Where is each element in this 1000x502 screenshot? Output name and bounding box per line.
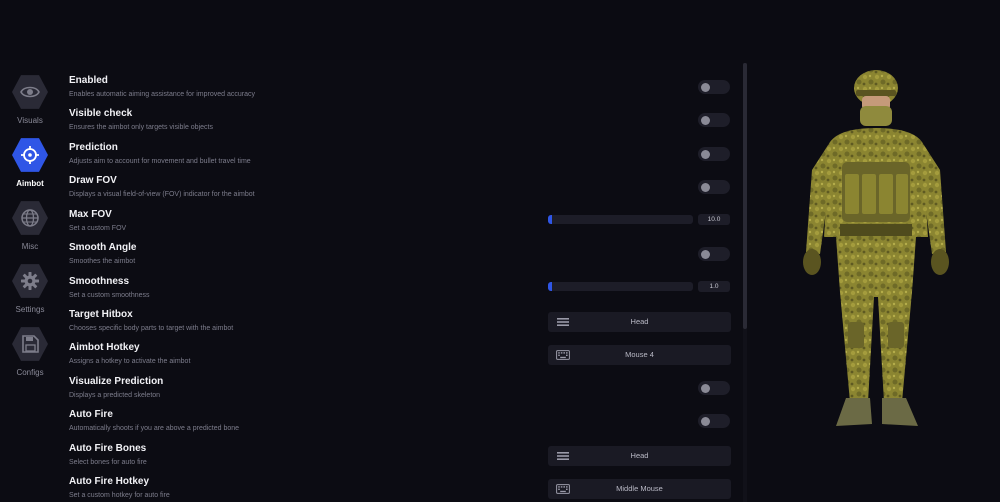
draw-fov-toggle[interactable]: [698, 180, 730, 194]
toggle-knob: [701, 116, 710, 125]
smooth-angle-toggle[interactable]: [698, 247, 730, 261]
setting-row-auto-fire-bones: Auto Fire Bones Select bones for auto fir…: [60, 435, 740, 469]
toggle-knob: [701, 183, 710, 192]
setting-row-prediction: Prediction Adjusts aim to account for mov…: [60, 134, 740, 168]
setting-row-auto-fire: Auto Fire Automatically shoots if you are…: [60, 401, 740, 435]
setting-description: Set a custom hotkey for auto fire: [69, 492, 170, 499]
enabled-toggle[interactable]: [698, 80, 730, 94]
max-fov-value[interactable]: 10.0: [698, 214, 730, 225]
slider-fill: [548, 215, 552, 224]
sidebar-item-settings[interactable]: Settings: [0, 263, 60, 323]
setting-title: Target Hitbox: [69, 309, 133, 320]
max-fov-slider[interactable]: [548, 215, 693, 224]
setting-row-enabled: Enabled Enables automatic aiming assistan…: [60, 67, 740, 101]
setting-row-max-fov: Max FOV Set a custom FOV 10.0: [60, 201, 740, 235]
gear-icon: [21, 272, 39, 290]
setting-description: Enables automatic aiming assistance for …: [69, 91, 255, 98]
globe-icon: [21, 209, 39, 227]
setting-description: Displays a visual field-of-view (FOV) in…: [69, 191, 255, 198]
sidebar-item-label: Misc: [21, 242, 39, 251]
toggle-knob: [701, 384, 710, 393]
target-hitbox-select[interactable]: Head: [548, 312, 731, 332]
top-bar: [0, 0, 1000, 60]
sidebar-item-label: Configs: [16, 368, 44, 377]
app-window: Visuals Aimbot Misc Settings Configs Ena…: [0, 0, 1000, 502]
smoothness-value[interactable]: 1.0: [698, 281, 730, 292]
auto-fire-bones-select[interactable]: Head: [548, 446, 731, 466]
auto-fire-hotkey-select[interactable]: Middle Mouse: [548, 479, 731, 499]
setting-row-visible-check: Visible check Ensures the aimbot only tar…: [60, 100, 740, 134]
setting-title: Prediction: [69, 142, 118, 153]
sidebar-item-label: Aimbot: [16, 179, 44, 188]
setting-title: Visible check: [69, 108, 133, 119]
sidebar-item-configs[interactable]: Configs: [0, 326, 60, 386]
setting-row-smoothness: Smoothness Set a custom smoothness 1.0: [60, 268, 740, 302]
sidebar-item-visuals[interactable]: Visuals: [0, 74, 60, 134]
character-preview: [803, 70, 949, 426]
setting-description: Set a custom FOV: [69, 225, 127, 232]
setting-row-aimbot-hotkey: Aimbot Hotkey Assigns a hotkey to activat…: [60, 334, 740, 368]
setting-row-target-hitbox: Target Hitbox Chooses specific body parts…: [60, 301, 740, 335]
auto-fire-hotkey-value: Middle Mouse: [616, 484, 663, 493]
setting-description: Adjusts aim to account for movement and …: [69, 158, 251, 165]
toggle-knob: [701, 417, 710, 426]
setting-description: Smoothes the aimbot: [69, 258, 136, 265]
setting-row-draw-fov: Draw FOV Displays a visual field-of-view …: [60, 167, 740, 201]
setting-title: Draw FOV: [69, 175, 117, 186]
sidebar-item-aimbot[interactable]: Aimbot: [0, 137, 60, 197]
visualize-prediction-toggle[interactable]: [698, 381, 730, 395]
setting-title: Max FOV: [69, 209, 112, 220]
setting-title: Smoothness: [69, 276, 130, 287]
setting-description: Select bones for auto fire: [69, 459, 147, 466]
setting-title: Auto Fire Bones: [69, 443, 147, 454]
setting-row-smooth-angle: Smooth Angle Smoothes the aimbot: [60, 234, 740, 268]
auto-fire-toggle[interactable]: [698, 414, 730, 428]
prediction-toggle[interactable]: [698, 147, 730, 161]
setting-title: Auto Fire: [69, 409, 113, 420]
save-icon: [22, 335, 39, 353]
aimbot-hotkey-select[interactable]: Mouse 4: [548, 345, 731, 365]
visible-check-toggle[interactable]: [698, 113, 730, 127]
aimbot-settings-list: Enabled Enables automatic aiming assistan…: [60, 60, 740, 502]
sidebar-item-misc[interactable]: Misc: [0, 200, 60, 260]
setting-description: Automatically shoots if you are above a …: [69, 425, 240, 432]
sidebar-item-label: Settings: [15, 305, 45, 314]
smoothness-slider[interactable]: [548, 282, 693, 291]
toggle-knob: [701, 83, 710, 92]
sidebar-item-label: Visuals: [17, 116, 43, 125]
toggle-knob: [701, 250, 710, 259]
setting-description: Chooses specific body parts to target wi…: [69, 325, 234, 332]
setting-row-visualize-prediction: Visualize Prediction Displays a predicted…: [60, 368, 740, 402]
target-hitbox-value: Head: [630, 317, 649, 326]
slider-fill: [548, 282, 552, 291]
setting-title: Enabled: [69, 75, 108, 86]
setting-title: Smooth Angle: [69, 242, 137, 253]
setting-description: Set a custom smoothness: [69, 292, 150, 299]
setting-description: Assigns a hotkey to activate the aimbot: [69, 358, 191, 365]
crosshair-icon: [21, 146, 39, 164]
setting-description: Displays a predicted skeleton: [69, 392, 161, 399]
setting-description: Ensures the aimbot only targets visible …: [69, 124, 213, 131]
scrollbar-thumb[interactable]: [743, 63, 747, 329]
eye-icon: [20, 86, 40, 98]
setting-title: Aimbot Hotkey: [69, 342, 140, 353]
setting-title: Auto Fire Hotkey: [69, 476, 150, 487]
setting-row-auto-fire-hotkey: Auto Fire Hotkey Set a custom hotkey for …: [60, 468, 740, 502]
sidebar: Visuals Aimbot Misc Settings Configs: [0, 60, 60, 502]
setting-title: Visualize Prediction: [69, 376, 164, 387]
toggle-knob: [701, 150, 710, 159]
auto-fire-bones-value: Head: [630, 451, 649, 460]
aimbot-hotkey-value: Mouse 4: [625, 350, 654, 359]
